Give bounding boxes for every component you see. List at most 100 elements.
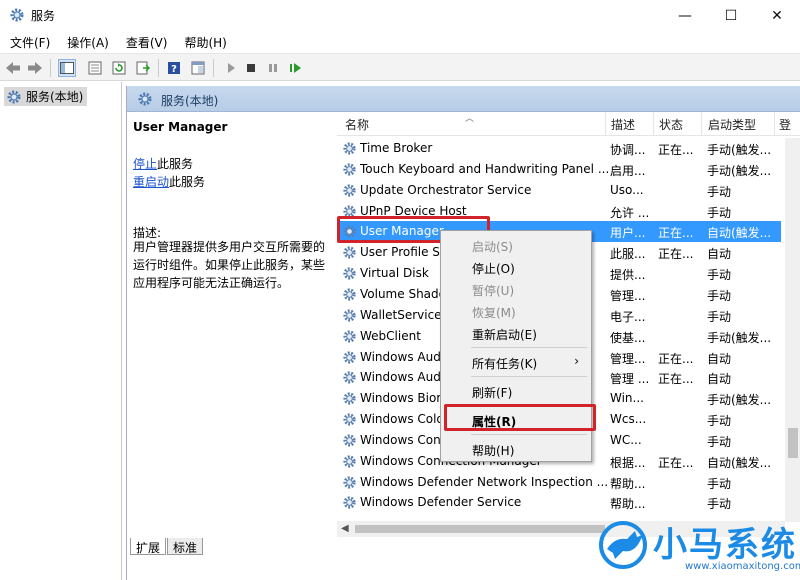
services-gear-icon — [10, 8, 24, 22]
menu-separator — [471, 347, 587, 348]
list-header: ︿ 名称 描述 状态 启动类型 登 — [337, 112, 800, 136]
service-startup-cell: 手动 — [707, 434, 732, 449]
service-startup-cell: 自动 — [707, 351, 732, 366]
service-row[interactable]: Update Orchestrator Service Uso... 手动 — [337, 180, 781, 201]
service-startup-cell: 自动 — [707, 247, 732, 262]
menu-item-restart[interactable]: 重新启动(E) — [441, 323, 591, 343]
start-service-icon[interactable] — [222, 59, 240, 77]
service-row[interactable]: Windows Defender Service 帮助... 手动 — [337, 492, 781, 513]
close-button[interactable]: ✕ — [754, 0, 800, 31]
title-bar: 服务 — ☐ ✕ — [0, 0, 800, 31]
service-gear-icon — [342, 391, 357, 406]
stop-service-link[interactable]: 停止 — [133, 157, 157, 171]
column-header-name[interactable]: 名称 — [345, 116, 369, 133]
service-gear-icon — [342, 183, 357, 198]
toolbar-separator — [50, 59, 51, 77]
properties-sheet-icon[interactable] — [86, 59, 104, 77]
tab-standard[interactable]: 标准 — [167, 538, 204, 555]
toolbar: ? — [0, 53, 800, 81]
service-description-cell: 管理... — [610, 288, 646, 303]
service-gear-icon — [342, 475, 357, 490]
menu-item-help[interactable]: 帮助(H) — [441, 439, 591, 459]
watermark-url: www.xiaomaxitong.com — [685, 561, 800, 572]
column-header-description[interactable]: 描述 — [611, 116, 635, 133]
menu-item-start[interactable]: 启动(S) — [441, 235, 591, 255]
svg-text:?: ? — [171, 64, 177, 75]
service-description-cell: Wcs... — [610, 412, 647, 427]
menu-item-resume[interactable]: 恢复(M) — [441, 301, 591, 321]
view-pane-icon[interactable] — [189, 59, 207, 77]
service-description-cell: 帮助... — [610, 497, 646, 512]
service-gear-icon — [342, 287, 357, 302]
menu-bar: 文件(F) 操作(A) 查看(V) 帮助(H) — [0, 31, 800, 53]
console-tree-icon[interactable] — [58, 59, 76, 77]
refresh-icon[interactable] — [110, 59, 128, 77]
service-row[interactable]: Time Broker 协调... 正在... 手动(触发... — [337, 138, 781, 159]
forward-arrow-icon[interactable] — [26, 59, 44, 77]
service-gear-icon — [342, 329, 357, 344]
service-description-cell: 帮助... — [610, 476, 646, 491]
service-status-cell: 正在... — [658, 351, 694, 366]
menu-help[interactable]: 帮助(H) — [174, 31, 233, 53]
service-status-cell: 正在... — [658, 455, 694, 470]
stop-service-icon[interactable] — [242, 59, 260, 77]
service-description-cell: 根据... — [610, 455, 646, 470]
maximize-button[interactable]: ☐ — [708, 0, 754, 31]
minimize-button[interactable]: — — [662, 0, 708, 31]
column-divider[interactable] — [605, 112, 606, 136]
service-description-cell: 管理... — [610, 351, 646, 366]
service-startup-cell: 手动(触发... — [707, 330, 772, 345]
service-gear-icon — [342, 162, 357, 177]
service-gear-icon — [342, 495, 357, 510]
help-icon[interactable]: ? — [165, 59, 183, 77]
site-watermark: 小马系统 www.xiaomaxitong.com — [595, 515, 800, 580]
menu-file[interactable]: 文件(F) — [0, 31, 57, 53]
export-list-icon[interactable] — [134, 59, 152, 77]
service-row[interactable]: Windows Defender Network Inspection ... 帮… — [337, 472, 781, 493]
column-divider[interactable] — [774, 112, 775, 136]
restart-service-icon[interactable] — [287, 59, 305, 77]
column-header-logon[interactable]: 登 — [779, 116, 791, 133]
toolbar-separator — [213, 59, 214, 77]
service-startup-cell: 手动 — [707, 414, 732, 429]
service-row[interactable]: Touch Keyboard and Handwriting Panel ...… — [337, 159, 781, 180]
column-header-startup-type[interactable]: 启动类型 — [708, 116, 756, 133]
service-status-cell: 正在... — [658, 226, 694, 241]
menu-item-stop[interactable]: 停止(O) — [441, 257, 591, 277]
menu-item-refresh[interactable]: 刷新(F) — [441, 381, 591, 401]
column-divider[interactable] — [701, 112, 702, 136]
service-startup-cell: 手动 — [707, 205, 732, 220]
vertical-scroll-thumb[interactable] — [788, 428, 798, 458]
service-gear-icon — [342, 350, 357, 365]
service-description-cell: Uso... — [610, 182, 644, 197]
service-description-cell: Win... — [610, 391, 644, 406]
horizontal-scroll-thumb[interactable] — [355, 525, 605, 533]
service-description-cell: 使基... — [610, 330, 646, 345]
service-gear-icon — [342, 245, 357, 260]
services-gear-icon — [138, 92, 152, 106]
scroll-left-arrow-icon[interactable]: ◀ — [341, 523, 349, 534]
service-startup-cell: 手动 — [707, 476, 732, 491]
service-description-cell: 此服... — [610, 247, 646, 262]
service-name-cell: Windows Defender Network Inspection ... — [360, 474, 608, 489]
service-startup-cell: 自动 — [707, 372, 732, 387]
service-startup-cell: 手动 — [707, 497, 732, 512]
column-divider[interactable] — [653, 112, 654, 136]
menu-item-pause[interactable]: 暂停(U) — [441, 279, 591, 299]
service-status-cell: 正在... — [658, 372, 694, 387]
menu-view[interactable]: 查看(V) — [116, 31, 175, 53]
vertical-scrollbar[interactable] — [785, 138, 800, 522]
restart-service-line: 重启动此服务 — [133, 173, 205, 190]
menu-action[interactable]: 操作(A) — [57, 31, 116, 53]
back-arrow-icon[interactable] — [4, 59, 22, 77]
column-header-status[interactable]: 状态 — [659, 116, 683, 133]
tab-extended[interactable]: 扩展 — [130, 538, 167, 555]
service-startup-cell: 手动(触发... — [707, 143, 772, 157]
restart-service-link[interactable]: 重启动 — [133, 175, 169, 189]
service-startup-cell: 手动 — [707, 288, 732, 303]
tree-node-services-local[interactable]: 服务(本地) — [4, 87, 88, 106]
menu-item-all-tasks-label: 所有任务(K) — [472, 357, 538, 371]
pause-service-icon[interactable] — [264, 59, 282, 77]
service-gear-icon — [342, 454, 357, 469]
menu-item-all-tasks[interactable]: 所有任务(K) › — [441, 352, 591, 372]
